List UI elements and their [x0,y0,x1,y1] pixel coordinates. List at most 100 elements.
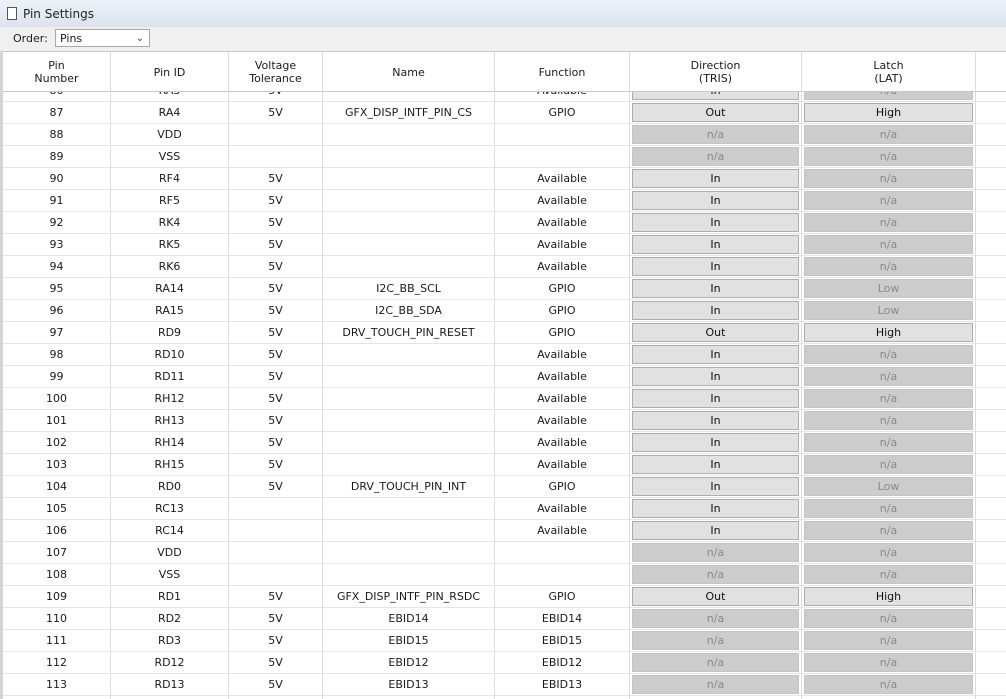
pin-name-cell[interactable] [323,212,495,233]
direction-button[interactable]: In [632,389,799,408]
pin-name-cell[interactable] [323,498,495,519]
table-row[interactable]: 104 RD0 5V DRV_TOUCH_PIN_INT GPIO In Low [3,476,1006,498]
pin-name-cell[interactable] [323,190,495,211]
direction-button[interactable]: In [632,169,799,188]
table-row[interactable]: 99 RD11 5V Available In n/a [3,366,1006,388]
pin-name-cell[interactable]: GFX_DISP_INTF_PIN_RSDC [323,586,495,607]
direction-button[interactable]: In [632,213,799,232]
header-name[interactable]: Name [323,52,495,92]
direction-button[interactable]: In [632,499,799,518]
latch-button[interactable]: High [804,587,973,606]
pin-name-cell[interactable] [323,564,495,585]
direction-button[interactable]: In [632,191,799,210]
pin-number-cell: 113 [3,674,111,695]
pin-id-cell: RK5 [111,234,229,255]
row-filler [976,366,1006,387]
pin-name-cell[interactable] [323,454,495,475]
function-cell: Available [495,92,630,101]
order-select[interactable]: Pins ⌄ [55,29,150,47]
table-row[interactable]: 111 RD3 5V EBID15 EBID15 n/a n/a [3,630,1006,652]
table-row[interactable]: 87 RA4 5V GFX_DISP_INTF_PIN_CS GPIO Out High [3,102,1006,124]
direction-button[interactable]: In [632,257,799,276]
pin-id-cell: RC14 [111,520,229,541]
direction-button[interactable]: In [632,92,799,100]
pin-name-cell[interactable] [323,124,495,145]
pin-name-cell[interactable] [323,92,495,101]
table-row[interactable]: 96 RA15 5V I2C_BB_SDA GPIO In Low [3,300,1006,322]
direction-button[interactable]: In [632,345,799,364]
pin-name-cell[interactable] [323,344,495,365]
table-row[interactable]: 101 RH13 5V Available In n/a [3,410,1006,432]
table-row[interactable]: 88 VDD n/a n/a [3,124,1006,146]
table-row[interactable]: 102 RH14 5V Available In n/a [3,432,1006,454]
direction-button[interactable]: Out [632,323,799,342]
latch-button: n/a [804,521,973,540]
pin-name-cell[interactable] [323,542,495,563]
direction-button[interactable]: In [632,301,799,320]
direction-button[interactable]: In [632,279,799,298]
pin-name-cell[interactable] [323,366,495,387]
pin-name-cell[interactable]: DRV_TOUCH_PIN_RESET [323,322,495,343]
table-row[interactable]: 103 RH15 5V Available In n/a [3,454,1006,476]
pin-name-cell[interactable]: EBID14 [323,608,495,629]
pin-name-cell[interactable] [323,146,495,167]
table-row[interactable]: 93 RK5 5V Available In n/a [3,234,1006,256]
pin-name-cell[interactable] [323,256,495,277]
voltage-tolerance-cell [229,498,323,519]
header-function[interactable]: Function [495,52,630,92]
pin-name-cell[interactable] [323,432,495,453]
direction-button[interactable]: In [632,433,799,452]
direction-button[interactable]: In [632,477,799,496]
pin-name-cell[interactable] [323,168,495,189]
pin-name-cell[interactable] [323,234,495,255]
pin-name-cell[interactable]: EBID13 [323,674,495,695]
pin-name-cell[interactable]: EBID15 [323,630,495,651]
table-row[interactable]: 108 VSS n/a n/a [3,564,1006,586]
latch-button[interactable]: High [804,323,973,342]
pin-name-cell[interactable] [323,388,495,409]
header-direction[interactable]: Direction (TRIS) [630,52,802,92]
table-row[interactable]: 86RA35V AvailableIn n/a [3,92,1006,102]
latch-button: n/a [804,433,973,452]
direction-button[interactable]: In [632,367,799,386]
table-row[interactable]: 95 RA14 5V I2C_BB_SCL GPIO In Low [3,278,1006,300]
pin-name-cell[interactable] [323,520,495,541]
table-row[interactable]: 109 RD1 5V GFX_DISP_INTF_PIN_RSDC GPIO Out Hig… [3,586,1006,608]
table-row[interactable]: 90 RF4 5V Available In n/a [3,168,1006,190]
table-header: Pin Number Pin ID Voltage Tolerance Name Fun… [3,51,1006,92]
table-row[interactable]: 112 RD12 5V EBID12 EBID12 n/a n/a [3,652,1006,674]
row-filler [976,410,1006,431]
table-body[interactable]: 86RA35VAvailableInn/a87RA45VGFX_DISP_INT… [3,92,1006,699]
header-pin-number[interactable]: Pin Number [3,52,111,92]
table-row[interactable]: 106 RC14 Available In n/a [3,520,1006,542]
table-row[interactable]: 100 RH12 5V Available In n/a [3,388,1006,410]
direction-button[interactable]: Out [632,587,799,606]
table-row[interactable]: 110 RD2 5V EBID14 EBID14 n/a n/a [3,608,1006,630]
table-row[interactable]: 97 RD9 5V DRV_TOUCH_PIN_RESET GPIO Out High [3,322,1006,344]
direction-button[interactable]: Out [632,103,799,122]
pin-name-cell[interactable]: GFX_DISP_INTF_PIN_CS [323,102,495,123]
table-row[interactable]: 105 RC13 Available In n/a [3,498,1006,520]
direction-button[interactable]: In [632,411,799,430]
table-row[interactable]: 94 RK6 5V Available In n/a [3,256,1006,278]
table-row[interactable]: 89 VSS n/a n/a [3,146,1006,168]
pin-name-cell[interactable]: EBID12 [323,652,495,673]
header-latch[interactable]: Latch (LAT) [802,52,976,92]
pin-name-cell[interactable] [323,410,495,431]
pin-name-cell[interactable]: I2C_BB_SDA [323,300,495,321]
direction-button[interactable]: In [632,235,799,254]
header-voltage-tolerance[interactable]: Voltage Tolerance [229,52,323,92]
latch-button[interactable]: High [804,103,973,122]
table-row[interactable]: 92 RK4 5V Available In n/a [3,212,1006,234]
table-row[interactable]: 107 VDD n/a n/a [3,542,1006,564]
table-row[interactable]: 91 RF5 5V Available In n/a [3,190,1006,212]
direction-cell: In [630,256,802,277]
table-row[interactable]: 98 RD10 5V Available In n/a [3,344,1006,366]
header-pin-id[interactable]: Pin ID [111,52,229,92]
pin-name-cell[interactable]: DRV_TOUCH_PIN_INT [323,476,495,497]
table-row[interactable]: 113 RD13 5V EBID13 EBID13 n/a n/a [3,674,1006,696]
latch-button: n/a [804,345,973,364]
direction-button[interactable]: In [632,455,799,474]
direction-button[interactable]: In [632,521,799,540]
pin-name-cell[interactable]: I2C_BB_SCL [323,278,495,299]
